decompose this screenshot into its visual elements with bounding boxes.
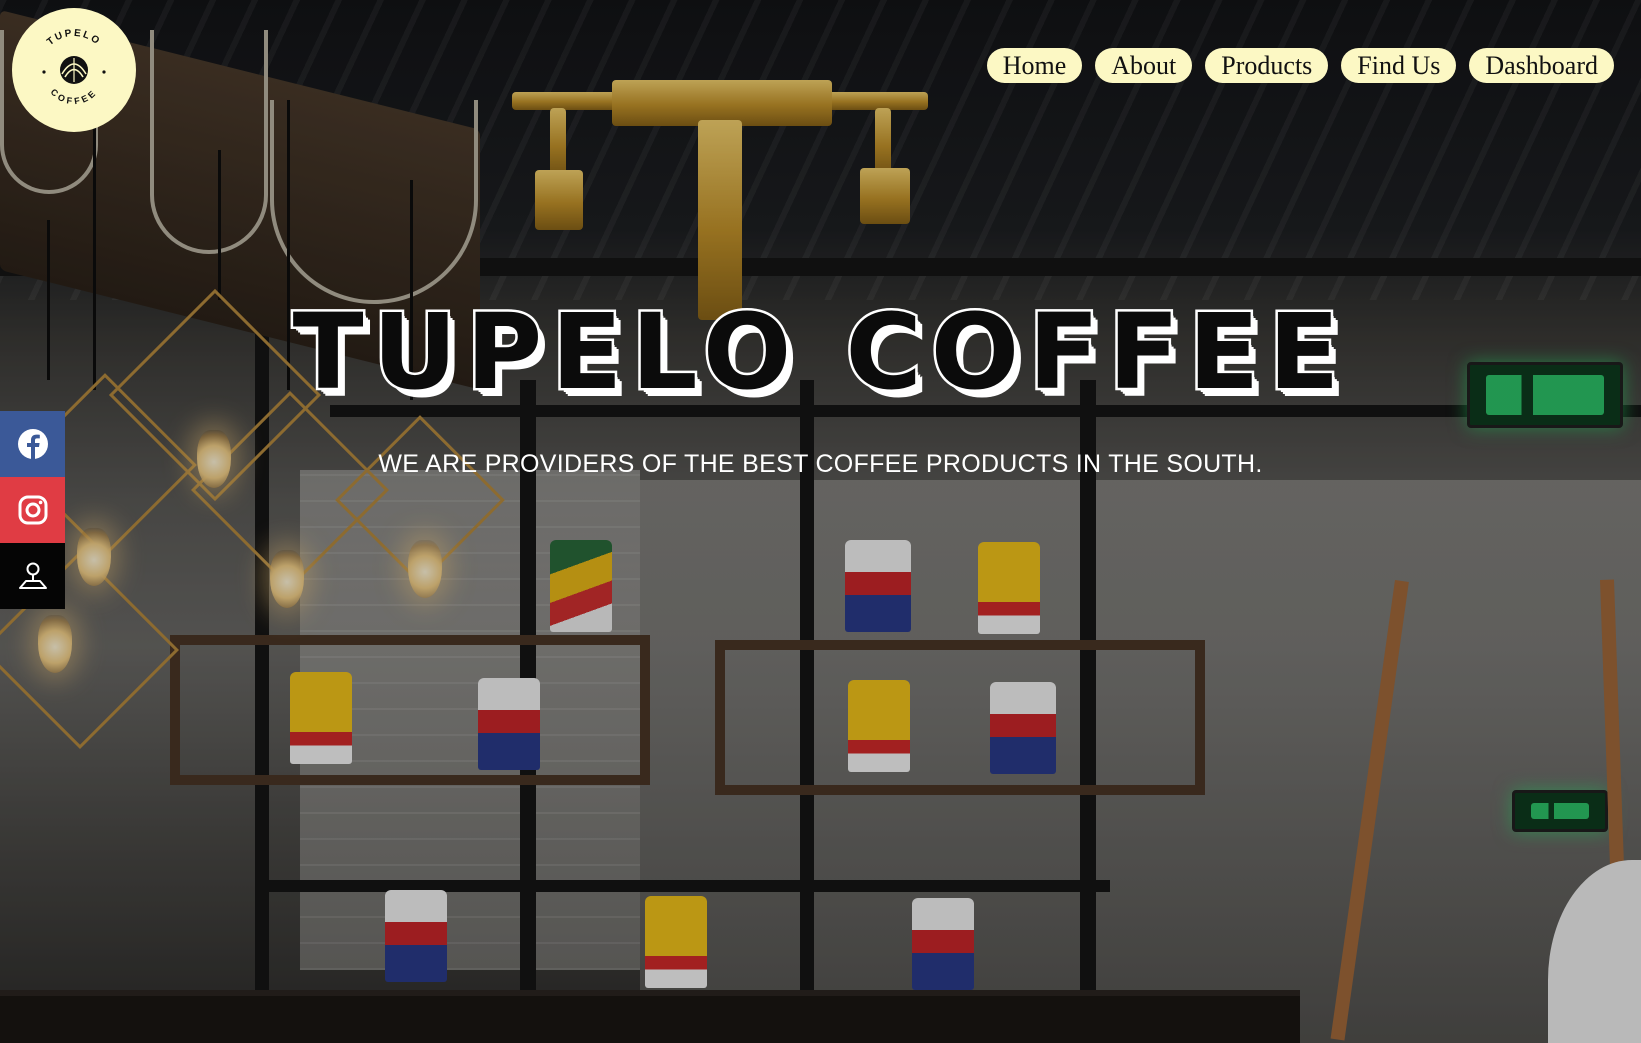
svg-text:COFFEE: COFFEE xyxy=(49,87,100,106)
map-button[interactable] xyxy=(0,543,65,609)
svg-text:TUPELO: TUPELO xyxy=(45,28,102,48)
social-sidebar xyxy=(0,411,65,609)
main-nav: Home About Products Find Us Dashboard xyxy=(986,48,1614,83)
nav-about[interactable]: About xyxy=(1095,48,1193,83)
image-overlay xyxy=(0,0,1641,1043)
instagram-icon xyxy=(18,495,47,525)
brand-logo[interactable]: TUPELO COFFEE xyxy=(12,8,136,132)
logo-text-top: TUPELO xyxy=(45,28,100,48)
hero-title: TUPELO COFFEE xyxy=(290,291,1349,413)
page: TUPELO COFFEE Home About Products Find U… xyxy=(0,0,1641,1043)
instagram-button[interactable] xyxy=(0,477,65,543)
map-pin-icon xyxy=(18,562,47,589)
nav-find-us[interactable]: Find Us xyxy=(1341,48,1457,83)
hero-subtitle: WE ARE PROVIDERS OF THE BEST COFFEE PROD… xyxy=(378,450,1263,478)
facebook-button[interactable] xyxy=(0,411,65,477)
logo-mark-icon: TUPELO COFFEE xyxy=(42,28,106,106)
nav-dashboard[interactable]: Dashboard xyxy=(1469,48,1614,83)
nav-home[interactable]: Home xyxy=(986,48,1083,83)
logo-text-bottom: COFFEE xyxy=(49,87,97,106)
facebook-icon xyxy=(17,429,48,459)
nav-products[interactable]: Products xyxy=(1205,48,1329,83)
hero-background-image xyxy=(0,0,1641,1043)
